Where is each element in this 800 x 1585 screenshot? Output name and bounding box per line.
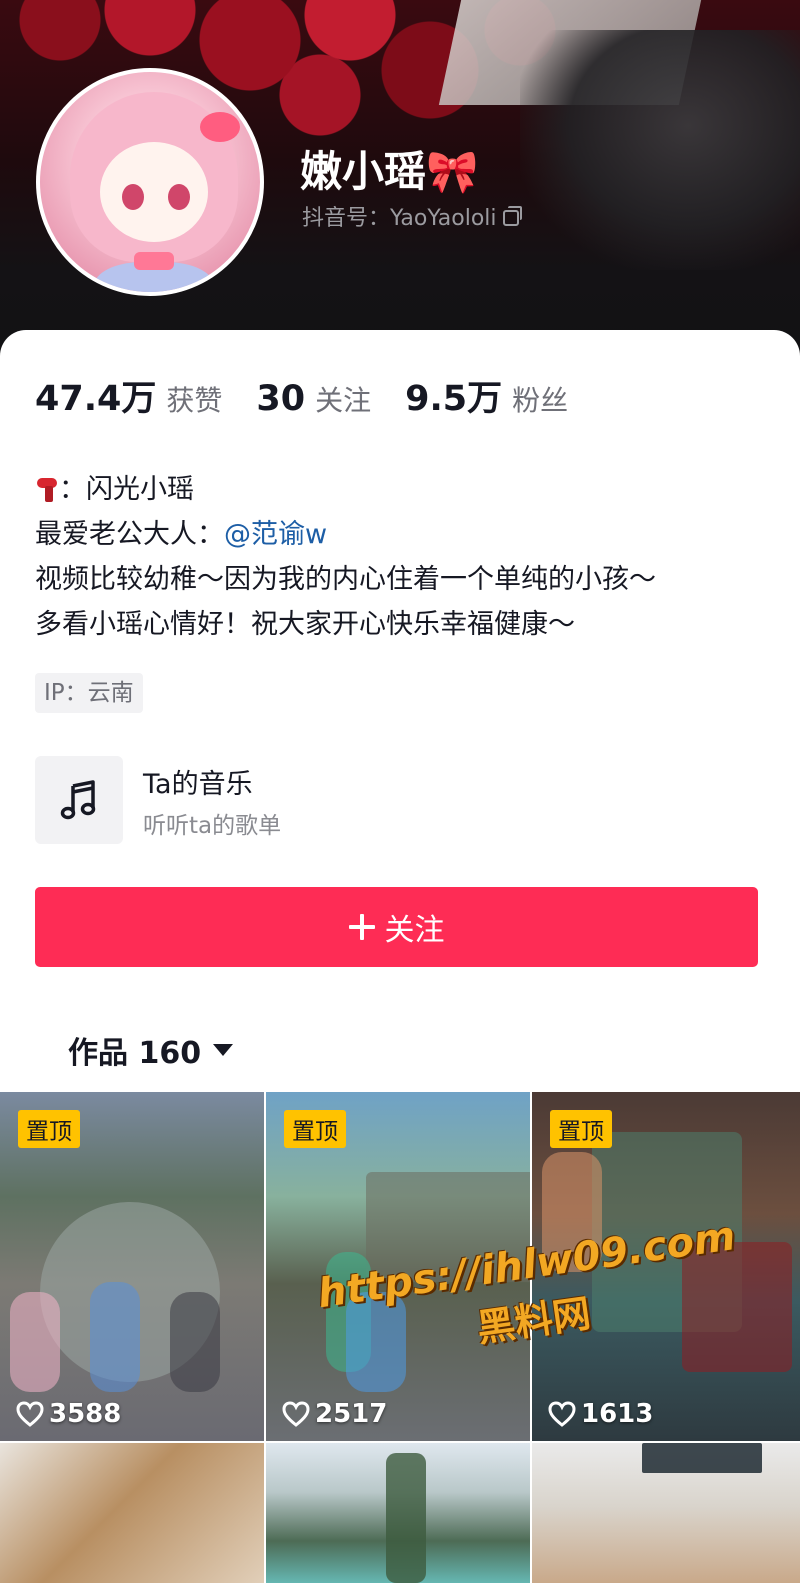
video-likes: 3588 <box>16 1399 121 1429</box>
stat-followers[interactable]: 9.5万 粉丝 <box>405 370 568 421</box>
video-likes-count: 3588 <box>49 1399 122 1429</box>
stat-likes[interactable]: 47.4万 获赞 <box>35 370 222 421</box>
music-title: Ta的音乐 <box>143 769 253 800</box>
stat-label: 关注 <box>315 384 372 417</box>
bio-text: 最爱老公大人： <box>35 519 224 550</box>
bio-text: ：闪光小瑶 <box>59 474 194 505</box>
bio-line: 最爱老公大人：@范谕w <box>35 512 656 557</box>
stat-value: 30 <box>256 379 306 419</box>
bio-line: 视频比较幼稚～因为我的内心住着一个单纯的小孩～ <box>35 564 656 595</box>
pinned-badge: 置顶 <box>550 1110 612 1148</box>
heart-icon <box>282 1401 310 1427</box>
tab-works[interactable]: 作品 160 <box>68 1028 234 1072</box>
music-note-icon <box>35 756 123 844</box>
video-likes-count: 1613 <box>581 1399 654 1429</box>
follow-button[interactable]: 关注 <box>35 887 758 967</box>
bio-line: ：闪光小瑶 <box>35 467 656 512</box>
stats-row: 47.4万 获赞 30 关注 9.5万 粉丝 <box>35 370 602 421</box>
profile-card: 47.4万 获赞 30 关注 9.5万 粉丝 ：闪光小瑶 最爱老公大人：@范谕w… <box>0 330 800 1585</box>
music-subtitle: 听听ta的歌单 <box>143 813 282 839</box>
bio-line: 多看小瑶心情好！祝大家开心快乐幸福健康～ <box>35 609 575 640</box>
stat-label: 粉丝 <box>512 384 569 417</box>
video-likes: 1613 <box>548 1399 653 1429</box>
video-tile[interactable] <box>532 1443 800 1583</box>
works-tab-label: 作品 160 <box>68 1036 202 1071</box>
heart-icon <box>16 1401 44 1427</box>
banner-decoration <box>520 30 800 270</box>
profile-bio: ：闪光小瑶 最爱老公大人：@范谕w 视频比较幼稚～因为我的内心住着一个单纯的小孩… <box>35 467 656 647</box>
follow-button-label: 关注 <box>384 913 445 948</box>
video-tile[interactable]: 置顶 3588 <box>0 1092 264 1441</box>
video-tile[interactable] <box>266 1443 530 1583</box>
avatar[interactable] <box>36 68 264 296</box>
plus-icon <box>348 914 375 940</box>
stat-value: 9.5万 <box>405 379 503 419</box>
video-likes-count: 2517 <box>315 1399 388 1429</box>
pinned-badge: 置顶 <box>284 1110 346 1148</box>
bio-mention-link[interactable]: @范谕w <box>224 519 327 550</box>
video-tile[interactable] <box>0 1443 264 1583</box>
video-likes: 2517 <box>282 1399 387 1429</box>
profile-nickname: 嫩小瑶🎀 <box>300 147 479 196</box>
music-entry[interactable]: Ta的音乐 听听ta的歌单 <box>35 756 635 848</box>
scarf-icon <box>35 476 59 502</box>
profile-id[interactable]: 抖音号：YaoYaololi <box>302 200 522 232</box>
heart-icon <box>548 1401 576 1427</box>
ip-location-tag: IP：云南 <box>35 673 143 713</box>
caret-down-icon[interactable] <box>213 1044 234 1056</box>
profile-id-text: 抖音号：YaoYaololi <box>302 206 497 231</box>
stat-label: 获赞 <box>166 384 223 417</box>
stat-following[interactable]: 30 关注 <box>256 379 371 419</box>
pinned-badge: 置顶 <box>18 1110 80 1148</box>
copy-icon[interactable] <box>502 206 522 226</box>
stat-value: 47.4万 <box>35 379 157 419</box>
